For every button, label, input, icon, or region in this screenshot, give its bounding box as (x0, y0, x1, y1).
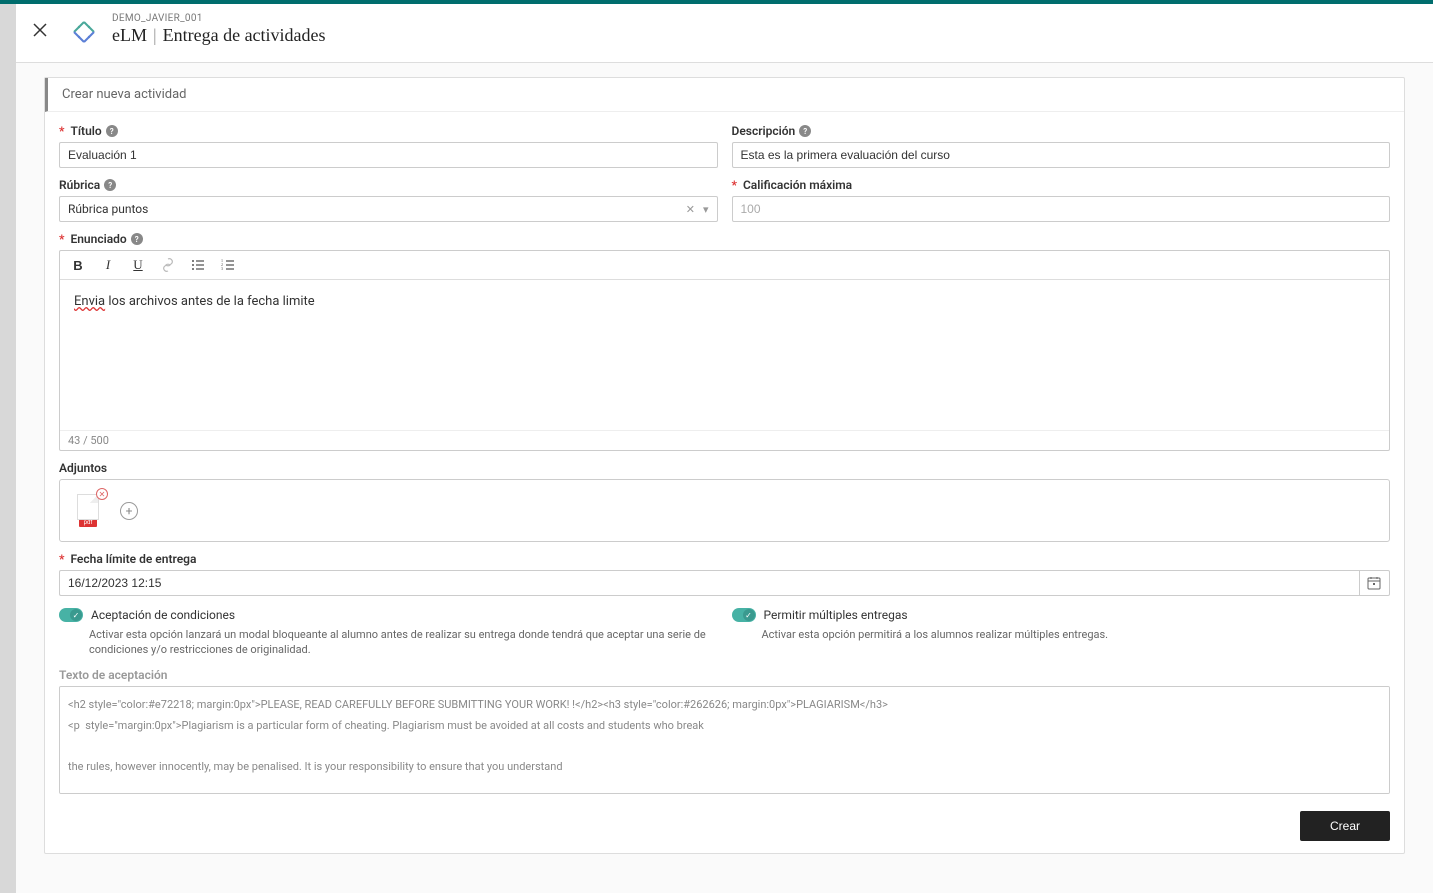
attachment-pdf[interactable]: pdf ✕ (74, 494, 102, 527)
titulo-label: *Título ? (59, 124, 718, 138)
clear-icon[interactable]: ✕ (686, 203, 695, 216)
calendar-icon (1367, 576, 1381, 590)
rte-counter: 43 / 500 (60, 430, 1389, 450)
chevron-down-icon: ▾ (703, 203, 709, 216)
texto-aceptacion-label: Texto de aceptación (59, 668, 1390, 682)
side-rail (0, 4, 16, 893)
calificacion-input[interactable] (732, 196, 1391, 222)
italic-button[interactable]: I (100, 257, 116, 273)
card-title: Crear nueva actividad (45, 78, 1404, 112)
header: DEMO_JAVIER_001 eLM | Entrega de activid… (16, 4, 1433, 63)
multiples-label: Permitir múltiples entregas (764, 608, 908, 622)
remove-attachment-button[interactable]: ✕ (96, 488, 108, 500)
rte-toolbar: B I U 123 (60, 251, 1389, 280)
bold-button[interactable]: B (70, 257, 86, 273)
texto-aceptacion-textarea[interactable] (59, 686, 1390, 794)
multiples-description: Activar esta opción permitirá a los alum… (762, 627, 1391, 642)
fecha-label: *Fecha límite de entrega (59, 552, 1390, 566)
unordered-list-button[interactable] (190, 257, 206, 273)
create-activity-card: Crear nueva actividad *Título ? (44, 77, 1405, 854)
aceptacion-description: Activar esta opción lanzará un modal blo… (89, 627, 718, 658)
enunciado-editor: B I U 123 (59, 250, 1390, 451)
adjuntos-label: Adjuntos (59, 461, 1390, 475)
ordered-list-button[interactable]: 123 (220, 257, 236, 273)
aceptacion-toggle[interactable] (59, 608, 83, 622)
add-attachment-button[interactable]: + (120, 502, 138, 520)
header-subtitle: DEMO_JAVIER_001 (112, 13, 326, 24)
attachments-area: pdf ✕ + (59, 479, 1390, 542)
enunciado-label: *Enunciado ? (59, 232, 1390, 246)
app-logo (68, 16, 100, 48)
calendar-button[interactable] (1359, 570, 1390, 596)
svg-text:3: 3 (221, 266, 223, 271)
fecha-input[interactable] (59, 570, 1359, 596)
close-icon (33, 23, 47, 37)
aceptacion-label: Aceptación de condiciones (91, 608, 235, 622)
rubrica-select[interactable]: Rúbrica puntos ✕ ▾ (59, 196, 718, 222)
rte-content[interactable]: Envia los archivos antes de la fecha lim… (60, 280, 1389, 430)
titulo-input[interactable] (59, 142, 718, 168)
descripcion-label: Descripción ? (732, 124, 1391, 138)
link-button[interactable] (160, 257, 176, 273)
calificacion-label: *Calificación máxima (732, 178, 1391, 192)
crear-button[interactable]: Crear (1300, 811, 1390, 841)
help-icon[interactable]: ? (106, 125, 118, 137)
close-button[interactable] (26, 16, 54, 44)
rubrica-label: Rúbrica ? (59, 178, 718, 192)
multiples-toggle[interactable] (732, 608, 756, 622)
help-icon[interactable]: ? (104, 179, 116, 191)
help-icon[interactable]: ? (799, 125, 811, 137)
descripcion-input[interactable] (732, 142, 1391, 168)
underline-button[interactable]: U (130, 257, 146, 273)
header-title: eLM | Entrega de actividades (112, 25, 326, 46)
help-icon[interactable]: ? (131, 233, 143, 245)
